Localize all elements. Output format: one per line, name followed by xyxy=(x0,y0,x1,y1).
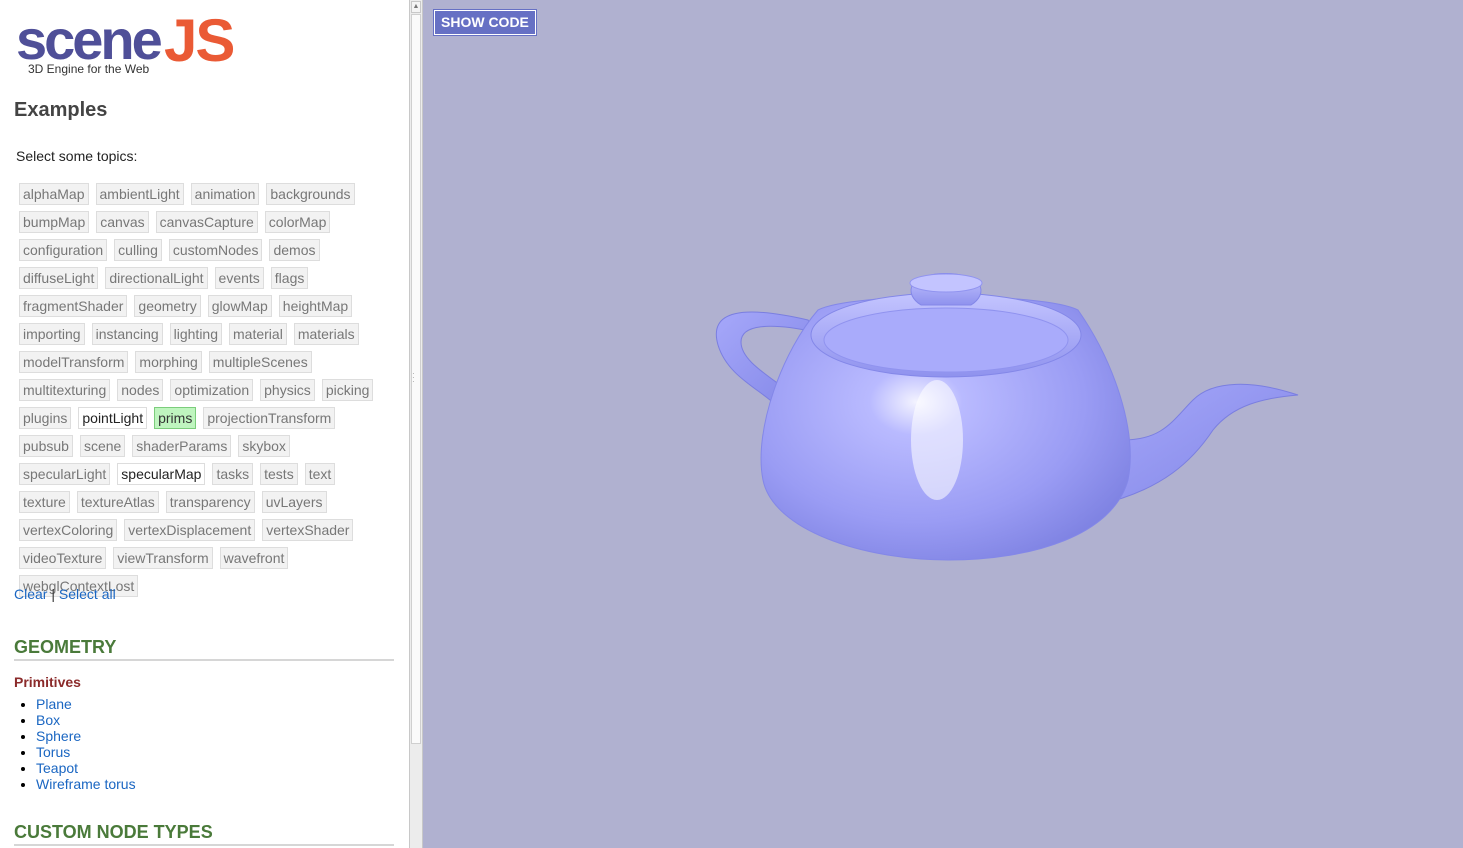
topic-tag-shaderparams[interactable]: shaderParams xyxy=(132,435,232,457)
primitives-list: Plane Box Sphere Torus Teapot Wireframe … xyxy=(14,696,136,792)
topic-tag-viewtransform[interactable]: viewTransform xyxy=(113,547,213,569)
webgl-viewer[interactable]: SHOW CODE xyxy=(423,0,1463,848)
topic-tag-modeltransform[interactable]: modelTransform xyxy=(19,351,129,373)
topic-tag-flags[interactable]: flags xyxy=(270,267,309,289)
list-item: Box xyxy=(36,712,136,728)
topic-tag-ambientlight[interactable]: ambientLight xyxy=(95,183,184,205)
example-link-sphere[interactable]: Sphere xyxy=(36,728,81,744)
topic-tag-glowmap[interactable]: glowMap xyxy=(207,295,272,317)
splitter-grip-icon[interactable]: · · · xyxy=(412,370,415,386)
topic-tag-pubsub[interactable]: pubsub xyxy=(19,435,73,457)
topic-tag-uvlayers[interactable]: uvLayers xyxy=(261,491,327,513)
topic-tag-demos[interactable]: demos xyxy=(269,239,320,261)
topic-tag-picking[interactable]: picking xyxy=(321,379,374,401)
topic-tag-morphing[interactable]: morphing xyxy=(135,351,202,373)
list-item: Wireframe torus xyxy=(36,776,136,792)
section-geometry-heading: GEOMETRY xyxy=(14,637,394,661)
example-link-torus[interactable]: Torus xyxy=(36,744,70,760)
topic-tag-specularmap[interactable]: specularMap xyxy=(117,463,206,485)
scroll-up-arrow-icon[interactable]: ▲ xyxy=(411,1,421,13)
topic-tag-animation[interactable]: animation xyxy=(190,183,260,205)
sidebar: scene JS 3D Engine for the Web Examples … xyxy=(0,0,409,848)
topic-tag-events[interactable]: events xyxy=(214,267,264,289)
topic-tag-customnodes[interactable]: customNodes xyxy=(168,239,263,261)
topic-tag-vertexcoloring[interactable]: vertexColoring xyxy=(19,519,118,541)
topic-tag-canvascapture[interactable]: canvasCapture xyxy=(155,211,258,233)
topics-prompt: Select some topics: xyxy=(16,148,138,164)
example-link-teapot[interactable]: Teapot xyxy=(36,760,78,776)
topic-tag-material[interactable]: material xyxy=(229,323,287,345)
list-item: Teapot xyxy=(36,760,136,776)
topic-tag-configuration[interactable]: configuration xyxy=(19,239,108,261)
section-custom-node-types-heading: CUSTOM NODE TYPES xyxy=(14,822,394,846)
example-link-plane[interactable]: Plane xyxy=(36,696,72,712)
topic-tag-geometry[interactable]: geometry xyxy=(134,295,201,317)
topic-tag-heightmap[interactable]: heightMap xyxy=(278,295,353,317)
link-separator: | xyxy=(51,586,55,602)
topic-tag-directionallight[interactable]: directionalLight xyxy=(105,267,208,289)
topic-tag-alphamap[interactable]: alphaMap xyxy=(19,183,89,205)
panel-splitter-scrollbar[interactable]: ▲ · · · xyxy=(409,0,423,848)
topic-tag-instancing[interactable]: instancing xyxy=(91,323,163,345)
topic-tag-vertexshader[interactable]: vertexShader xyxy=(262,519,354,541)
clear-link[interactable]: Clear xyxy=(14,586,47,602)
topic-tag-optimization[interactable]: optimization xyxy=(170,379,254,401)
topic-tag-text[interactable]: text xyxy=(304,463,336,485)
list-item: Plane xyxy=(36,696,136,712)
topic-tag-tasks[interactable]: tasks xyxy=(212,463,254,485)
topic-tag-backgrounds[interactable]: backgrounds xyxy=(266,183,355,205)
logo-tagline: 3D Engine for the Web xyxy=(28,62,150,76)
example-link-box[interactable]: Box xyxy=(36,712,60,728)
topic-tag-fragmentshader[interactable]: fragmentShader xyxy=(19,295,128,317)
topic-tag-importing[interactable]: importing xyxy=(19,323,85,345)
topic-tag-physics[interactable]: physics xyxy=(260,379,315,401)
topic-tag-plugins[interactable]: plugins xyxy=(19,407,72,429)
topic-tag-diffuselight[interactable]: diffuseLight xyxy=(19,267,99,289)
topic-tag-specularlight[interactable]: specularLight xyxy=(19,463,111,485)
selection-links: Clear | Select all xyxy=(14,586,116,602)
logo-scene-text: scene xyxy=(16,8,163,71)
example-link-wireframe-torus[interactable]: Wireframe torus xyxy=(36,776,136,792)
topic-tag-texture[interactable]: texture xyxy=(19,491,70,513)
topic-tag-list: alphaMap ambientLight animation backgrounds… xyxy=(16,183,392,603)
topic-tag-videotexture[interactable]: videoTexture xyxy=(19,547,107,569)
topic-tag-materials[interactable]: materials xyxy=(293,323,359,345)
topic-tag-colormap[interactable]: colorMap xyxy=(264,211,331,233)
teapot-render xyxy=(715,273,1299,561)
scenejs-logo[interactable]: scene JS 3D Engine for the Web xyxy=(16,10,236,80)
topic-tag-multiplescenes[interactable]: multipleScenes xyxy=(208,351,312,373)
page-title: Examples xyxy=(14,99,108,121)
topic-tag-textureatlas[interactable]: textureAtlas xyxy=(76,491,159,513)
topic-tag-multitexturing[interactable]: multitexturing xyxy=(19,379,111,401)
topic-tag-transparency[interactable]: transparency xyxy=(165,491,255,513)
list-item: Sphere xyxy=(36,728,136,744)
topic-tag-skybox[interactable]: skybox xyxy=(238,435,290,457)
topic-tag-projectiontransform[interactable]: projectionTransform xyxy=(203,407,336,429)
topic-tag-scene[interactable]: scene xyxy=(79,435,126,457)
topic-tag-canvas[interactable]: canvas xyxy=(96,211,149,233)
topic-tag-nodes[interactable]: nodes xyxy=(117,379,164,401)
select-all-link[interactable]: Select all xyxy=(59,586,116,602)
logo-js-text: JS xyxy=(164,7,235,74)
topic-tag-tests[interactable]: tests xyxy=(260,463,298,485)
topic-tag-pointlight[interactable]: pointLight xyxy=(78,407,148,429)
topic-tag-bumpmap[interactable]: bumpMap xyxy=(19,211,90,233)
subheading-primitives: Primitives xyxy=(14,674,81,690)
topic-tag-vertexdisplacement[interactable]: vertexDisplacement xyxy=(124,519,256,541)
list-item: Torus xyxy=(36,744,136,760)
topic-tag-wavefront[interactable]: wavefront xyxy=(219,547,289,569)
topic-tag-culling[interactable]: culling xyxy=(114,239,162,261)
topic-tag-lighting[interactable]: lighting xyxy=(169,323,223,345)
topic-tag-prims[interactable]: prims xyxy=(154,407,197,429)
